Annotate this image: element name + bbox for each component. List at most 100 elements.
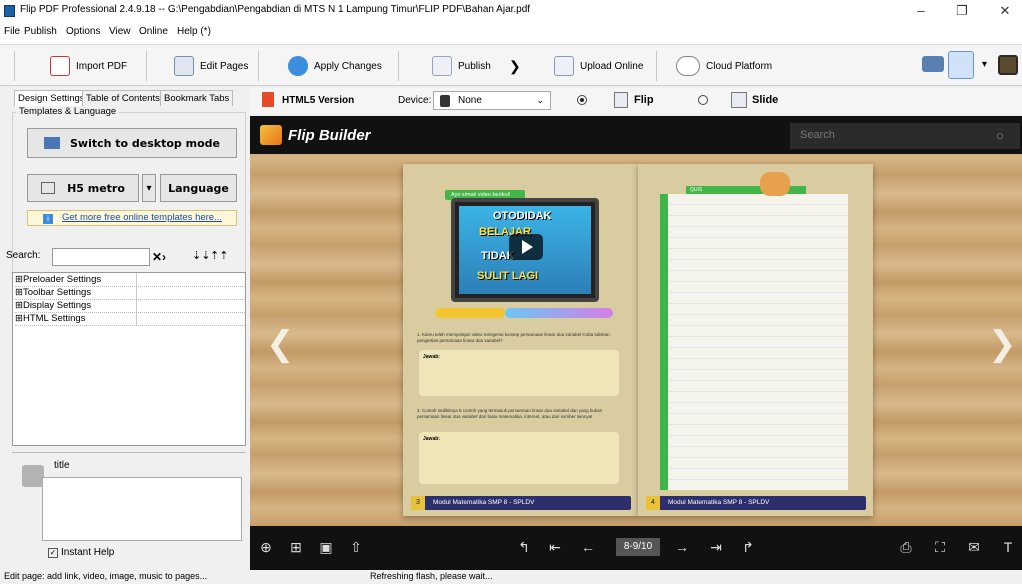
search-icon[interactable]: ○ (996, 128, 1004, 143)
cloud-platform-button[interactable]: Cloud Platform (676, 53, 772, 79)
upload-online-label: Upload Online (580, 60, 644, 72)
question-1: 1. Kamu telah mempelajari video mengenai… (417, 332, 610, 343)
page-number: 4 (646, 496, 660, 510)
flip-mode-radio[interactable] (577, 95, 587, 105)
footer-text: Modul Matematika SMP 8 - SPLDV (668, 499, 770, 506)
first-page-icon[interactable]: ⇤ (547, 539, 563, 556)
slide-icon (731, 92, 747, 108)
email-icon[interactable]: ✉ (966, 539, 982, 556)
lined-notebook (660, 194, 848, 490)
zoom-in-icon[interactable]: ⊕ (258, 539, 274, 556)
settings-tree: ⊞Preloader Settings ⊞Toolbar Settings ⊞D… (12, 272, 246, 446)
view-dropdown-icon[interactable]: ▾ (982, 59, 987, 70)
monitor-icon (43, 137, 60, 149)
book-page-right[interactable]: QUIS 4 Modul Matematika SMP 8 - SPLDV (638, 164, 873, 516)
apply-changes-label: Apply Changes (314, 60, 382, 72)
text-icon[interactable]: T (1000, 539, 1016, 555)
database-icon (22, 465, 44, 487)
flip-icon (614, 92, 628, 108)
book-page-left[interactable]: Ayo simak video berikut! OTODIDAK BELAJA… (403, 164, 638, 516)
switch-desktop-label: Switch to desktop mode (69, 136, 220, 150)
sort-down-icon[interactable]: ⇣⇣ (192, 249, 210, 262)
page-indicator[interactable]: 8-9/10 (616, 538, 660, 556)
share-icon[interactable]: ⇧ (348, 539, 364, 556)
upload-icon (554, 56, 574, 76)
template-dropdown[interactable]: ▾ (142, 174, 156, 202)
last-page-icon[interactable]: ⇥ (708, 539, 724, 556)
template-button[interactable]: H5 metro (27, 174, 139, 202)
status-text-right: Refreshing flash, please wait... (370, 571, 493, 581)
template-label: H5 metro (67, 181, 125, 195)
previous-page-icon[interactable]: ↰ (516, 539, 532, 556)
desktop-view-icon[interactable] (922, 56, 944, 72)
template-icon (41, 182, 56, 194)
tab-design-settings[interactable]: Design Settings (14, 90, 89, 106)
edit-pages-icon (174, 56, 194, 76)
slide-mode-radio[interactable] (698, 95, 708, 105)
menu-view[interactable]: View (109, 26, 131, 37)
previous-page-arrow-icon[interactable]: ❮ (266, 324, 295, 364)
instant-help-checkbox[interactable]: ✓ Instant Help (48, 547, 114, 558)
maximize-button[interactable]: ❐ (947, 2, 977, 20)
menu-online[interactable]: Online (139, 26, 168, 37)
templates-caption: Templates & Language (16, 106, 120, 117)
viewer-search-input[interactable]: Search (790, 123, 1020, 149)
video-thumbnail: OTODIDAK BELAJAR TIDAK SULIT LAGI (459, 206, 591, 294)
edit-pages-button[interactable]: Edit Pages (174, 53, 248, 79)
page-footer: 4 Modul Matematika SMP 8 - SPLDV (646, 496, 866, 510)
theme-icon[interactable] (998, 55, 1018, 75)
close-button[interactable]: ✕ (990, 2, 1020, 20)
back-arrow-icon[interactable]: ← (580, 539, 596, 555)
answer-box-1: Jawab: (419, 350, 619, 396)
upload-online-button[interactable]: Upload Online (554, 53, 643, 79)
tree-item-html[interactable]: ⊞HTML Settings (15, 313, 245, 326)
tab-table-of-contents[interactable]: Table of Contents (82, 90, 164, 106)
viewer-toolbar: ⊕ ⊞ ▣ ⇧ ↰ ⇤ ← 8-9/10 → ⇥ ↱ ⎙ ⛶ ✉ T (250, 526, 1022, 570)
thumbnails-icon[interactable]: ⊞ (288, 539, 304, 556)
video-embed[interactable]: OTODIDAK BELAJAR TIDAK SULIT LAGI (451, 198, 599, 302)
slide-mode-label: Slide (752, 94, 779, 106)
switch-desktop-button[interactable]: Switch to desktop mode (27, 128, 237, 158)
tree-item-preloader[interactable]: ⊞Preloader Settings (15, 274, 245, 287)
answer-box-2: Jawab: (419, 432, 619, 484)
print-icon[interactable]: ⎙ (898, 539, 914, 556)
menu-options[interactable]: Options (66, 26, 100, 37)
video-text: OTODIDAK (493, 210, 552, 222)
table-of-contents-icon[interactable]: ▣ (318, 539, 334, 556)
publish-button[interactable]: Publish (432, 53, 491, 79)
mobile-view-icon[interactable] (948, 51, 974, 79)
device-icon (440, 95, 450, 107)
page-number: 3 (411, 496, 425, 510)
help-panel: title ✓ Instant Help (12, 452, 246, 564)
play-icon[interactable] (509, 234, 543, 260)
next-page-arrow-icon[interactable]: ❯ (988, 324, 1017, 364)
footer-text: Modul Matematika SMP 8 - SPLDV (433, 499, 535, 506)
import-pdf-button[interactable]: Import PDF (50, 53, 127, 79)
cloud-platform-label: Cloud Platform (706, 60, 773, 72)
language-button[interactable]: Language (160, 174, 237, 202)
tree-item-toolbar[interactable]: ⊞Toolbar Settings (15, 287, 245, 300)
tab-bookmark-tabs[interactable]: Bookmark Tabs (160, 90, 234, 106)
question-2: 2. Contoh sedikitnya 5 contoh yang terma… (417, 408, 603, 419)
viewer-header: Flip Builder Search ○ (250, 116, 1022, 154)
sort-up-icon[interactable]: ⇡⇡ (210, 249, 228, 262)
forward-arrow-icon[interactable]: → (674, 539, 690, 555)
tree-item-display[interactable]: ⊞Display Settings (15, 300, 245, 313)
app-icon (4, 5, 15, 17)
minimize-button[interactable]: – (906, 2, 936, 20)
answer-label: Jawab: (423, 354, 440, 360)
toolbar-divider (146, 51, 147, 81)
search-input[interactable] (52, 248, 150, 266)
menu-publish[interactable]: Publish (24, 26, 57, 37)
next-page-icon[interactable]: ↱ (740, 539, 756, 556)
help-text-area[interactable] (42, 477, 242, 541)
device-select[interactable]: None ⌄ (433, 91, 551, 110)
chevron-down-icon: ⌄ (536, 95, 544, 105)
fullscreen-icon[interactable]: ⛶ (932, 539, 948, 556)
clear-search-icon[interactable]: ✕› (152, 250, 166, 264)
device-label: Device: (398, 95, 432, 106)
menu-file[interactable]: File (4, 26, 20, 37)
more-templates-link[interactable]: Get more free online templates here... (27, 210, 237, 226)
apply-changes-button[interactable]: Apply Changes (288, 53, 382, 79)
menu-help[interactable]: Help (*) (177, 26, 211, 37)
